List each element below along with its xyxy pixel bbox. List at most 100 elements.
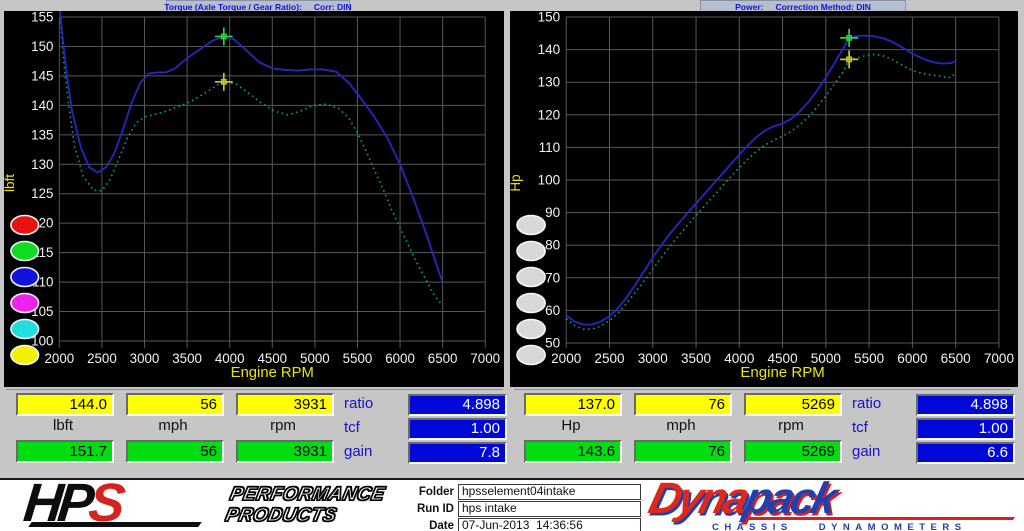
ratio-label: ratio (344, 395, 400, 412)
y-tick-label: 125 (31, 186, 53, 201)
y-tick-label: 70 (545, 270, 560, 285)
dynapack-word-dyna: Dyna (644, 474, 752, 523)
channel-button-4[interactable] (517, 294, 545, 313)
hps-logo: HPS (24, 478, 224, 531)
power-correction-text: Correction Method: DIN (775, 2, 870, 12)
run-id-field-row: Run ID hps intake (396, 501, 641, 517)
gain-value: 6.6 (916, 442, 1015, 464)
footer-strip: HPS PERFORMANCE PRODUCTS Folder hpsselem… (0, 478, 1024, 531)
y-tick-label: 80 (545, 238, 560, 253)
hps-logo-underline (28, 522, 202, 527)
channel-button-1[interactable] (517, 216, 545, 235)
y-tick-label: 155 (31, 11, 53, 25)
ratio-value: 4.898 (916, 394, 1015, 416)
x-tick-label: 5500 (854, 351, 884, 366)
x-tick-label: 3500 (172, 351, 202, 366)
run-speed-readout: 56 (126, 440, 224, 463)
x-tick-label: 4500 (257, 351, 287, 366)
torque-chart-canvas[interactable]: 2000250030003500400045005000550060006500… (4, 11, 504, 387)
baseline-speed-readout: 76 (634, 393, 732, 416)
baseline-curve (60, 17, 442, 306)
gain-label: gain (852, 443, 908, 460)
dynapack-word-pack: pack (740, 474, 841, 523)
ratio-value: 4.898 (408, 394, 507, 416)
torque-chart-panel: 2000250030003500400045005000550060006500… (4, 11, 504, 387)
tcf-value: 1.00 (408, 418, 507, 440)
channel-button-6[interactable] (517, 346, 545, 365)
dynapack-tagline: CHASSIS DYNAMOMETERS (712, 522, 967, 531)
y-tick-label: 140 (538, 42, 561, 57)
hps-tagline: PERFORMANCE PRODUCTS (224, 484, 387, 526)
run-info-fields: Folder hpsselement04intake Run ID hps in… (396, 484, 641, 531)
y-tick-label: 60 (545, 303, 560, 318)
power-chart-canvas[interactable]: 2000250030003500400045005000550060006500… (510, 11, 1018, 387)
dynapack-tagline-chassis: CHASSIS (712, 522, 793, 531)
run-torque-readout: 151.7 (16, 440, 114, 463)
x-axis-title: Engine RPM (740, 364, 824, 381)
blue-channel-button[interactable] (11, 268, 39, 287)
channel-button-2[interactable] (517, 242, 545, 261)
x-tick-label: 6500 (941, 351, 971, 366)
gain-value: 7.8 (408, 442, 507, 464)
x-tick-label: 6000 (897, 351, 927, 366)
yellow-channel-button[interactable] (11, 346, 39, 365)
channel-button-5[interactable] (517, 320, 545, 339)
hps-tagline-line2: PRODUCTS (224, 505, 383, 526)
y-tick-label: 110 (539, 140, 561, 155)
run-rpm-readout: 3931 (236, 440, 334, 463)
y-tick-label: 135 (31, 127, 53, 142)
x-tick-label: 7000 (470, 351, 500, 366)
red-channel-button[interactable] (11, 216, 39, 235)
speed-unit-label: mph (126, 417, 220, 435)
dyno-software-window: Torque (Axle Torque / Gear Ratio): Corr:… (0, 0, 1024, 531)
x-tick-label: 3000 (130, 351, 160, 366)
dynapack-logo: Dynapack CHASSIS DYNAMOMETERS (650, 476, 1020, 531)
cyan-channel-button[interactable] (11, 320, 39, 339)
rpm-unit-label: rpm (744, 417, 838, 435)
x-tick-label: 2000 (551, 351, 581, 366)
y-tick-label: 150 (31, 39, 53, 54)
power-chart-panel: 2000250030003500400045005000550060006500… (510, 11, 1018, 387)
date-field-row: Date 07-Jun-2013 14:36:56 (396, 518, 641, 531)
x-tick-label: 5000 (300, 351, 330, 366)
run-power-readout: 143.6 (524, 440, 622, 463)
ratio-label: ratio (852, 395, 908, 412)
x-axis-title: Engine RPM (231, 365, 314, 381)
dynapack-swoosh (745, 517, 1015, 520)
tcf-label: tcf (852, 419, 908, 436)
hps-tagline-line1: PERFORMANCE (228, 484, 387, 505)
tcf-label: tcf (344, 419, 400, 436)
dynapack-logo-word: Dynapack (644, 476, 839, 522)
baseline-power-readout: 137.0 (524, 393, 622, 416)
x-tick-label: 2500 (87, 351, 117, 366)
x-tick-label: 4000 (215, 351, 245, 366)
folder-field-row: Folder hpsselement04intake (396, 484, 641, 500)
baseline-rpm-readout: 3931 (236, 393, 334, 416)
y-tick-label: 100 (538, 173, 561, 188)
magenta-channel-button[interactable] (11, 294, 39, 313)
gain-label: gain (344, 443, 400, 460)
y-tick-label: 150 (538, 11, 561, 24)
baseline-rpm-readout: 5269 (744, 393, 842, 416)
power-readout-panel: 137.0 76 5269 Hp mph rpm 143.6 76 5269 r… (514, 389, 1011, 477)
y-tick-label: 140 (31, 98, 53, 113)
green-channel-button[interactable] (11, 242, 39, 261)
channel-button-3[interactable] (517, 268, 545, 287)
date-input[interactable]: 07-Jun-2013 14:36:56 (458, 518, 641, 531)
power-unit-label: Hp (524, 417, 618, 435)
y-tick-label: 120 (538, 107, 561, 122)
y-tick-label: 130 (31, 157, 53, 172)
y-axis-unit-label: Hp (510, 174, 523, 191)
y-tick-label: 130 (538, 75, 561, 90)
run-id-label: Run ID (396, 503, 454, 515)
run-id-input[interactable]: hps intake (458, 501, 641, 517)
baseline-speed-readout: 56 (126, 393, 224, 416)
run-rpm-readout: 5269 (744, 440, 842, 463)
x-tick-label: 6000 (385, 351, 415, 366)
y-tick-label: 50 (545, 336, 560, 351)
torque-correction-text: Corr: DIN (314, 2, 352, 12)
baseline-curve (566, 55, 955, 330)
y-tick-label: 90 (545, 205, 560, 220)
x-tick-label: 3500 (681, 351, 711, 366)
folder-input[interactable]: hpsselement04intake (458, 484, 641, 500)
